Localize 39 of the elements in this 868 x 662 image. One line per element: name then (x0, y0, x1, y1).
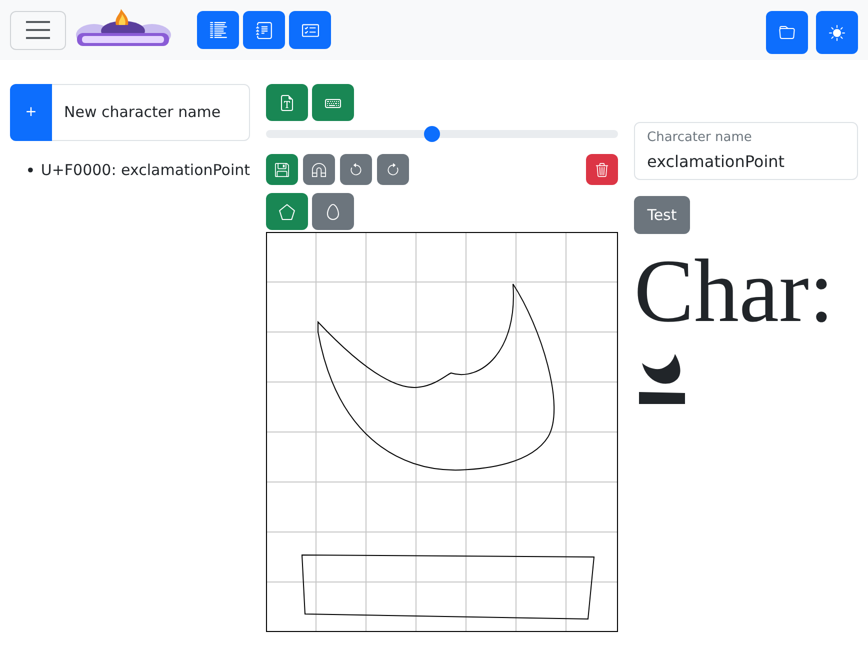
test-button[interactable]: Test (634, 196, 690, 234)
checklist-view-button[interactable] (289, 11, 331, 49)
undo-icon (349, 162, 363, 176)
field-label: Charcater name (647, 130, 752, 146)
font-file-button[interactable] (266, 84, 308, 121)
character-list-item[interactable]: U+F0000: exclamationPoint (40, 159, 250, 182)
zoom-slider[interactable] (266, 126, 618, 142)
redo-button[interactable] (377, 154, 409, 185)
folder-icon (779, 24, 795, 40)
list-view-button[interactable] (197, 11, 239, 49)
list-icon (210, 22, 226, 38)
notebook-icon (256, 22, 272, 38)
keyboard-button[interactable] (312, 84, 354, 121)
new-character-input[interactable]: New character name (52, 84, 250, 141)
font-file-icon (279, 94, 295, 110)
delete-button[interactable] (586, 154, 618, 185)
pentagon-icon (279, 204, 295, 220)
preview-heading: Char: (634, 242, 834, 342)
glyph-icon (639, 354, 685, 406)
sun-icon (829, 24, 845, 40)
add-character-button[interactable]: + (10, 84, 52, 141)
menu-button[interactable] (10, 10, 66, 50)
theme-button[interactable] (816, 11, 858, 54)
menu-icon (26, 21, 50, 39)
drawing-canvas[interactable] (266, 232, 618, 632)
notebook-view-button[interactable] (243, 11, 285, 49)
undo-button[interactable] (340, 154, 372, 185)
redo-icon (386, 162, 400, 176)
checklist-icon (302, 22, 318, 38)
slider-thumb[interactable] (424, 126, 440, 142)
polygon-tool-button[interactable] (266, 193, 308, 230)
open-folder-button[interactable] (766, 11, 808, 54)
bullet-icon (28, 167, 33, 174)
snap-button[interactable] (303, 154, 335, 185)
magnet-icon (312, 162, 326, 176)
ellipse-tool-button[interactable] (312, 193, 354, 230)
trash-icon (595, 162, 609, 176)
egg-icon (325, 204, 341, 220)
save-button[interactable] (266, 154, 298, 185)
